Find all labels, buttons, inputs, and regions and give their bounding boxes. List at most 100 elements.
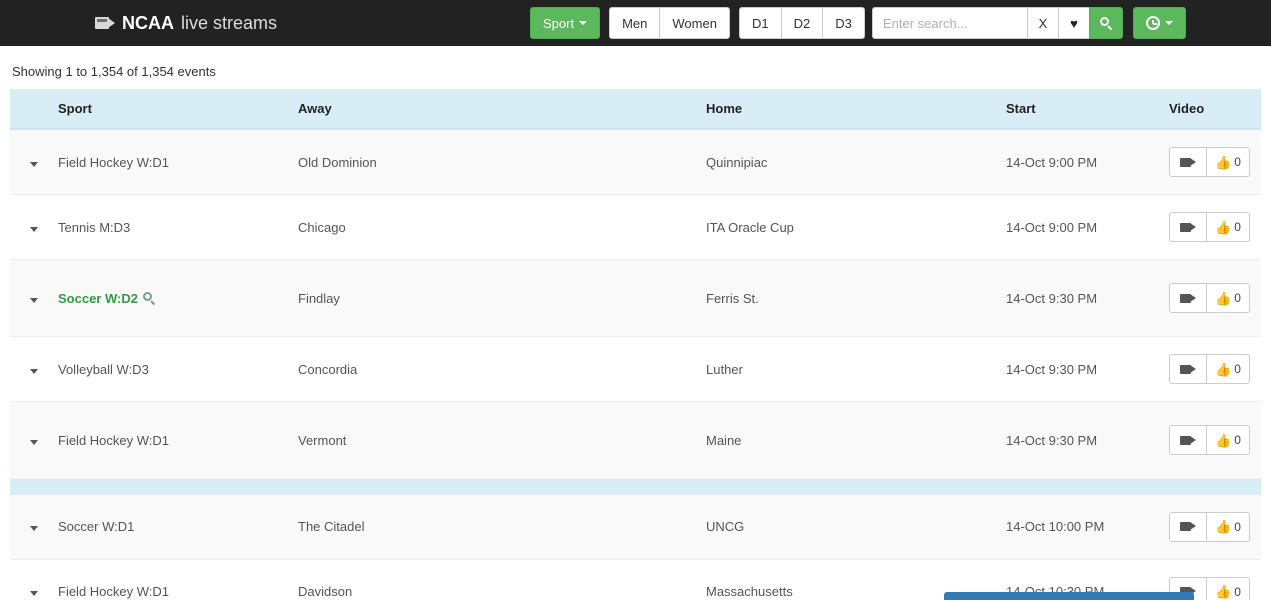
video-button-group: 👍 0 — [1169, 212, 1250, 242]
like-button[interactable]: 👍 0 — [1207, 212, 1250, 242]
main-content: Showing 1 to 1,354 of 1,354 events Sport… — [0, 46, 1271, 600]
like-button[interactable]: 👍 0 — [1207, 283, 1250, 313]
caret-down-icon[interactable] — [30, 526, 38, 531]
bottom-progress-bar — [944, 592, 1194, 600]
sport-label: Soccer W:D1 — [58, 519, 135, 534]
table-body: Field Hockey W:D1 Old Dominion Quinnipiac 1… — [10, 129, 1261, 600]
like-button[interactable]: 👍 0 — [1207, 147, 1250, 177]
caret-down-icon — [1165, 21, 1173, 25]
table-row[interactable]: Soccer W:D1 The Citadel UNCG 14-Oct 10:00 P… — [10, 494, 1261, 560]
column-header-video[interactable]: Video — [1161, 89, 1261, 130]
filter-d2-button[interactable]: D2 — [780, 7, 824, 39]
sport-label: Volleyball W:D3 — [58, 361, 149, 377]
table-row[interactable]: Field Hockey W:D1 Vermont Maine 14-Oct 9:30… — [10, 401, 1261, 479]
row-expand-cell[interactable] — [10, 401, 50, 479]
table-row[interactable]: Soccer W:D2 Findlay Ferris St. 14-Oct 9:30 … — [10, 259, 1261, 337]
table-row[interactable]: Field Hockey W:D1 Old Dominion Quinnipiac 1… — [10, 129, 1261, 195]
top-navbar: NCAA live streams Sport Men Women D1 D2 … — [0, 0, 1271, 46]
row-expand-cell[interactable] — [10, 259, 50, 337]
cell-home: ITA Oracle Cup — [698, 194, 998, 260]
cell-away: Davidson — [290, 559, 698, 600]
brand-tagline: live streams — [181, 13, 278, 33]
cell-away: Vermont — [290, 401, 698, 479]
caret-down-icon[interactable] — [30, 368, 38, 374]
like-button[interactable]: 👍 0 — [1207, 354, 1250, 384]
gender-filter-group: Men Women — [609, 7, 730, 39]
search-input[interactable] — [872, 7, 1028, 39]
video-camera-icon — [1180, 293, 1196, 304]
cell-start: 14-Oct 9:30 PM — [998, 401, 1161, 479]
cell-video: 👍 0 — [1161, 494, 1261, 560]
video-camera-icon — [1180, 521, 1196, 532]
brand-logo[interactable]: NCAA live streams — [95, 14, 277, 32]
like-count: 0 — [1234, 155, 1241, 169]
video-button-group: 👍 0 — [1169, 425, 1250, 455]
thumbs-up-icon: 👍 — [1215, 154, 1232, 170]
video-camera-icon — [1180, 435, 1196, 446]
table-row[interactable]: Volleyball W:D3 Concordia Luther 14-Oct 9:3… — [10, 336, 1261, 402]
table-row[interactable]: Tennis M:D3 Chicago ITA Oracle Cup 14-Oct 9… — [10, 194, 1261, 260]
results-count: Showing 1 to 1,354 of 1,354 events — [12, 64, 216, 79]
column-header-away[interactable]: Away — [290, 89, 698, 130]
video-camera-icon — [95, 16, 115, 30]
like-count: 0 — [1234, 291, 1241, 305]
cell-away: Chicago — [290, 194, 698, 260]
filter-women-button[interactable]: Women — [659, 7, 730, 39]
cell-away: The Citadel — [290, 494, 698, 560]
sport-dropdown-button[interactable]: Sport — [530, 7, 601, 39]
sport-label: Field Hockey W:D1 — [58, 432, 170, 448]
time-dropdown-button[interactable] — [1133, 7, 1186, 39]
caret-down-icon[interactable] — [30, 226, 38, 232]
caret-down-icon[interactable] — [30, 439, 38, 445]
thumbs-up-icon: 👍 — [1215, 290, 1232, 306]
like-count: 0 — [1234, 519, 1241, 534]
row-expand-cell[interactable] — [10, 494, 50, 560]
search-submit-button[interactable] — [1089, 7, 1123, 39]
caret-down-icon — [579, 21, 588, 25]
cell-home: Maine — [698, 401, 998, 479]
thumbs-up-icon: 👍 — [1215, 361, 1232, 377]
sport-label: Tennis M:D3 — [58, 219, 131, 235]
caret-down-icon[interactable] — [30, 591, 38, 596]
cell-sport: Volleyball W:D3 — [50, 336, 290, 402]
cell-video: 👍 0 — [1161, 194, 1261, 260]
favorites-button[interactable]: ♥ — [1058, 7, 1090, 39]
watch-video-button[interactable] — [1169, 511, 1207, 542]
column-header-sport[interactable]: Sport — [50, 89, 290, 130]
watch-video-button[interactable] — [1169, 283, 1207, 313]
watch-video-button[interactable] — [1169, 147, 1207, 177]
filter-d1-button[interactable]: D1 — [738, 7, 782, 39]
row-expand-cell[interactable] — [10, 559, 50, 600]
cell-sport: Field Hockey W:D1 — [50, 129, 290, 195]
column-header-expand — [10, 89, 50, 130]
video-camera-icon — [1180, 222, 1196, 233]
cell-video: 👍 0 — [1161, 336, 1261, 402]
caret-down-icon[interactable] — [30, 297, 38, 303]
like-button[interactable]: 👍 0 — [1207, 576, 1250, 600]
like-button[interactable]: 👍 0 — [1207, 425, 1250, 455]
row-expand-cell[interactable] — [10, 336, 50, 402]
thumbs-up-icon: 👍 — [1215, 432, 1232, 448]
cell-start: 14-Oct 9:00 PM — [998, 129, 1161, 195]
cell-start: 14-Oct 9:30 PM — [998, 336, 1161, 402]
row-search-icon[interactable] — [138, 291, 156, 306]
search-clear-button[interactable]: X — [1027, 7, 1059, 39]
cell-away: Old Dominion — [290, 129, 698, 195]
nav-filters: Sport Men Women D1 D2 D3 — [530, 7, 865, 39]
cell-video: 👍 0 — [1161, 129, 1261, 195]
cell-start: 14-Oct 9:30 PM — [998, 259, 1161, 337]
sport-label: Field Hockey W:D1 — [58, 154, 170, 170]
video-camera-icon — [1180, 364, 1196, 375]
watch-video-button[interactable] — [1169, 354, 1207, 384]
row-expand-cell[interactable] — [10, 194, 50, 260]
column-header-home[interactable]: Home — [698, 89, 998, 130]
row-expand-cell[interactable] — [10, 129, 50, 195]
filter-men-button[interactable]: Men — [609, 7, 661, 39]
like-button[interactable]: 👍 0 — [1207, 511, 1250, 542]
column-header-start[interactable]: Start — [998, 89, 1161, 130]
watch-video-button[interactable] — [1169, 212, 1207, 242]
division-filter-group: D1 D2 D3 — [738, 7, 865, 39]
caret-down-icon[interactable] — [30, 161, 38, 167]
watch-video-button[interactable] — [1169, 425, 1207, 455]
filter-d3-button[interactable]: D3 — [822, 7, 865, 39]
